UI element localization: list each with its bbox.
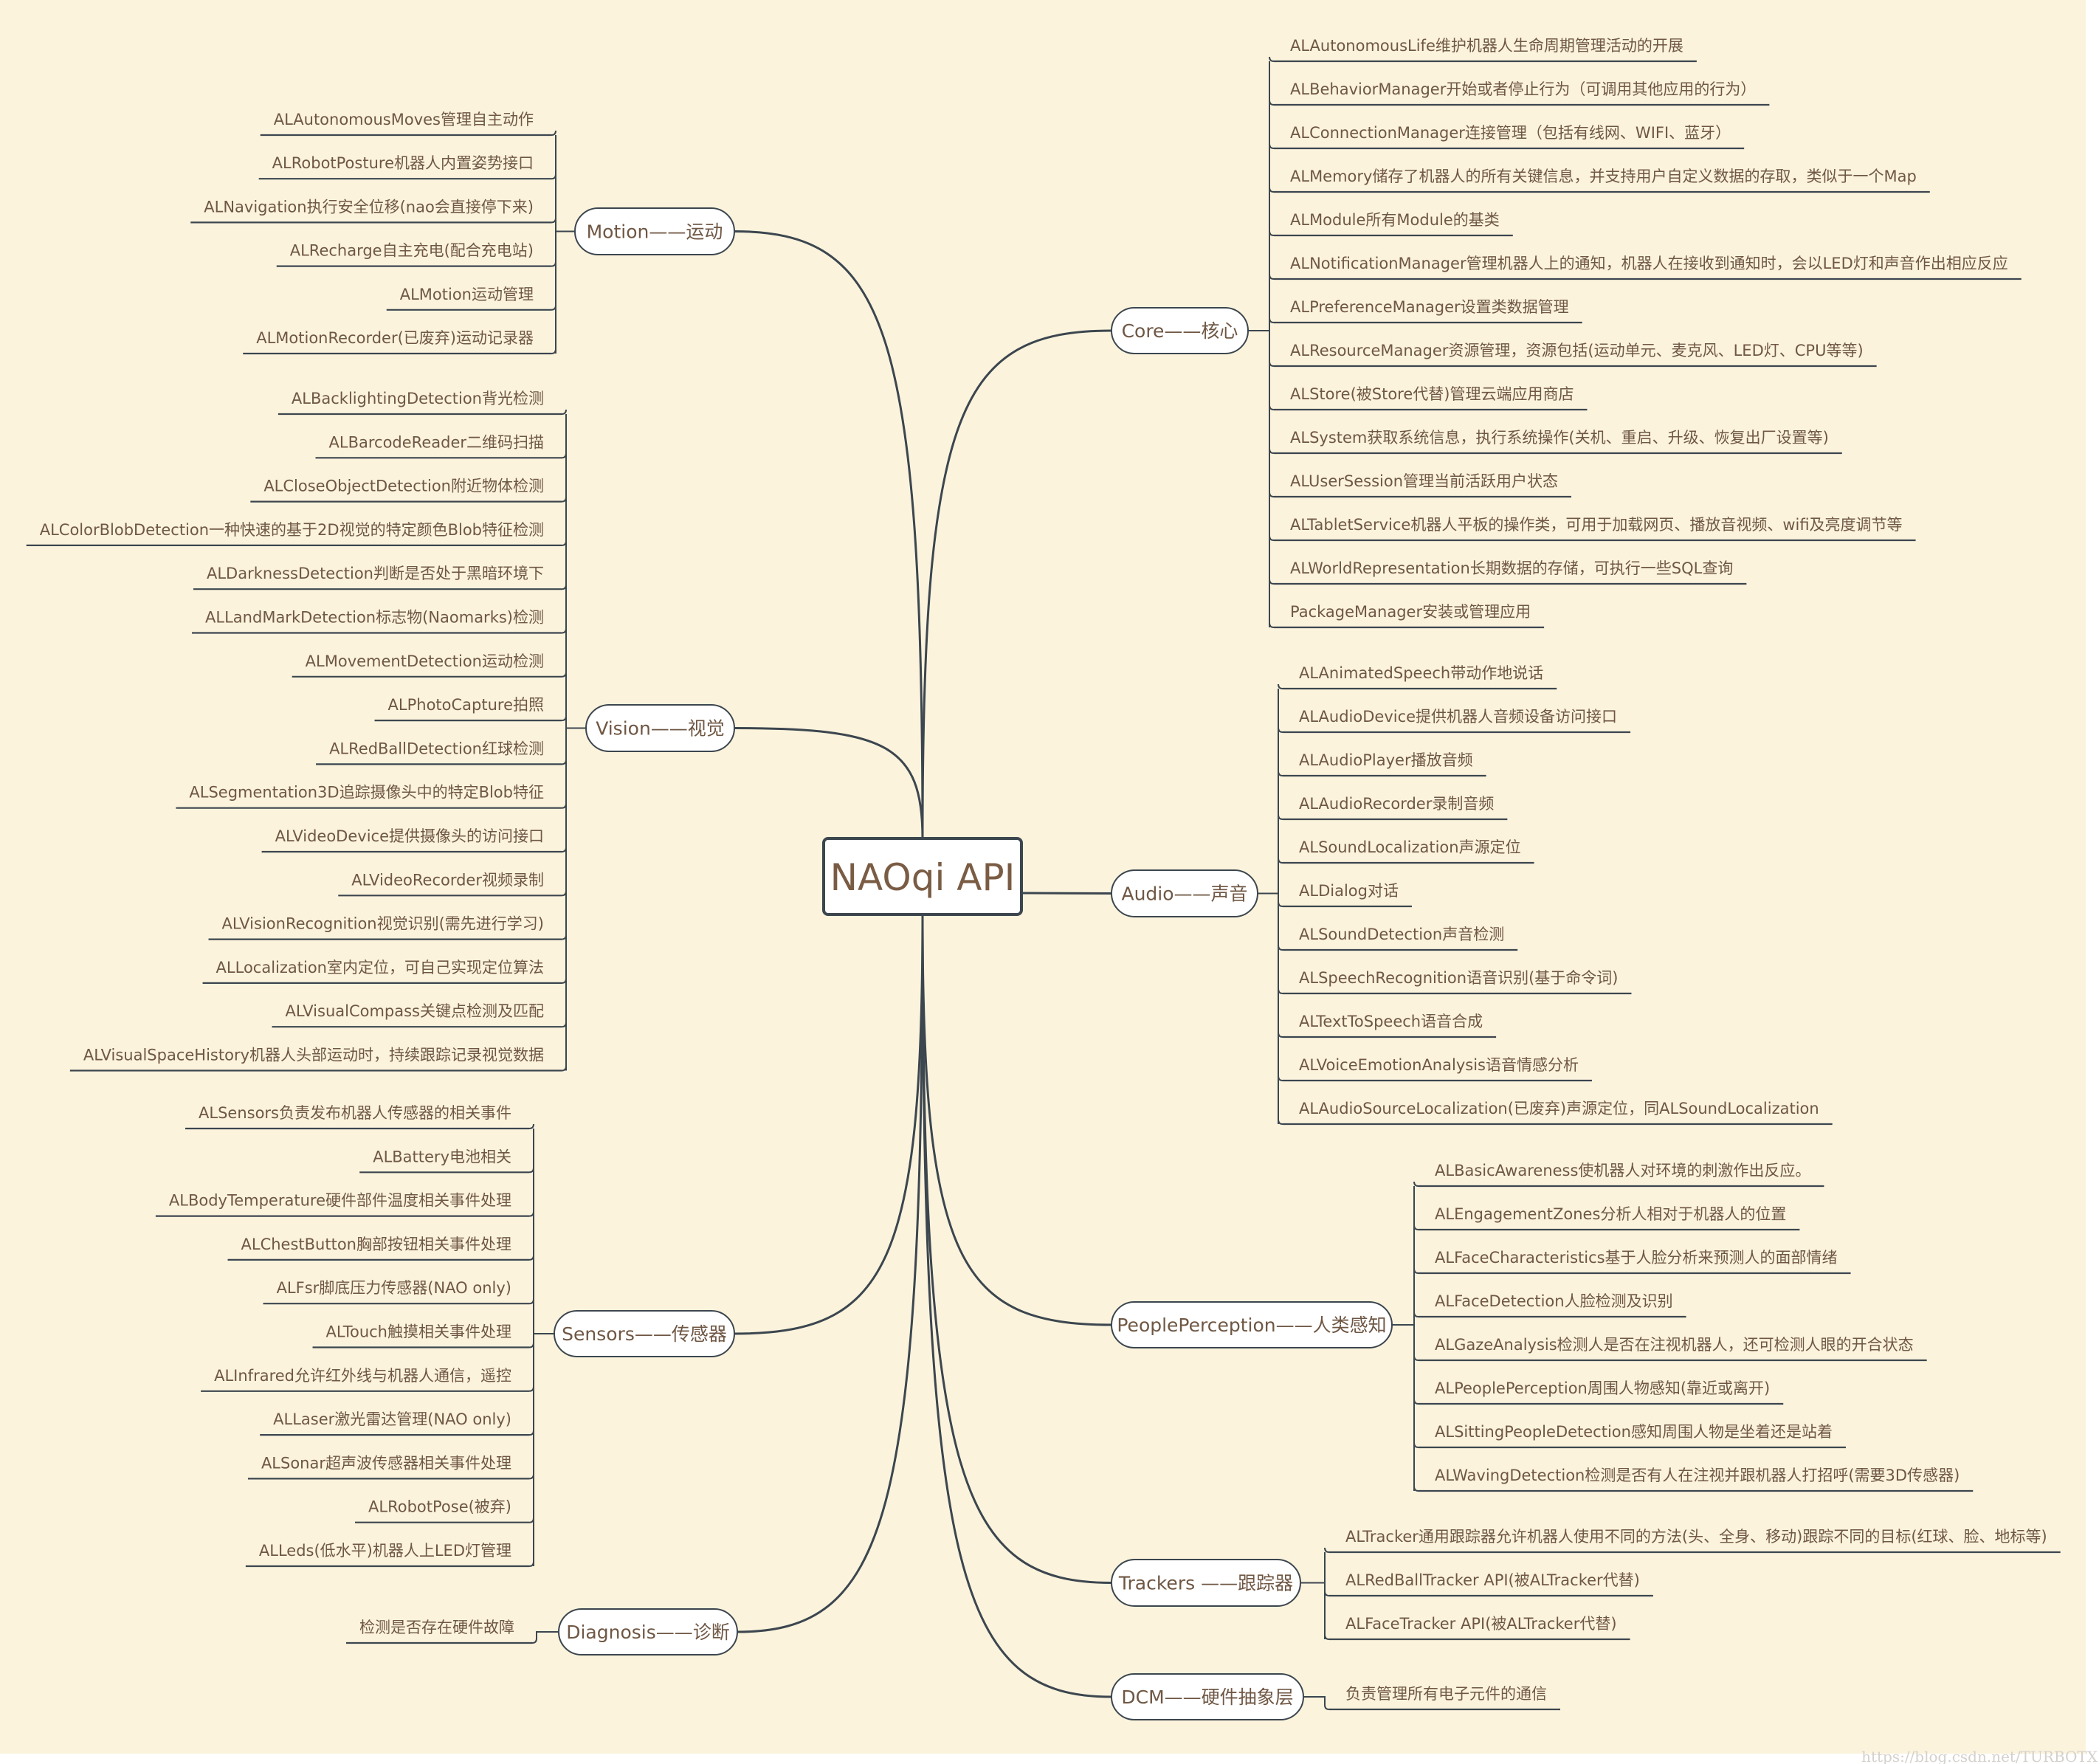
leaf-item-label: ALAudioRecorder录制音频 [1299,795,1494,813]
branch-node-vision[interactable]: Vision——视觉 [585,704,735,752]
leaf-item-label: ALPhotoCapture拍照 [388,696,544,714]
branch-node-trackers[interactable]: Trackers ——跟踪器 [1111,1559,1301,1607]
leaf-item-label: ALFaceDetection人脸检测及识别 [1435,1292,1673,1310]
leaf-item-label: ALBacklightingDetection背光检测 [292,390,544,407]
leaf-item-label: ALLocalization室内定位，可自己实现定位算法 [216,959,544,976]
leaf-item-label: ALVideoRecorder视频录制 [351,871,544,889]
mindmap-canvas: Motion——运动 ALAutonomousMoves管理自主动作 ALRobot… [0,0,2098,1764]
branch-node-motion[interactable]: Motion——运动 [574,207,735,255]
leaf-item-label: ALMovementDetection运动检测 [306,652,544,670]
leaf-item-label: ALBarcodeReader二维码扫描 [329,433,544,451]
leaf-item-label: ALSegmentation3D追踪摄像头中的特定Blob特征 [189,784,544,802]
leaf-item-label: ALBehaviorManager开始或者停止行为（可调用其他应用的行为） [1290,80,1756,98]
branch-node-dcm[interactable]: DCM——硬件抽象层 [1111,1673,1304,1720]
branch-node-label: PeoplePerception——人类感知 [1117,1315,1386,1336]
leaf-item-label: ALAudioDevice提供机器人音频设备访问接口 [1299,708,1617,726]
leaf-item-label: ALWavingDetection检测是否有人在注视并跟机器人打招呼(需要3D传… [1435,1467,1960,1484]
leaf-item-label: ALVisionRecognition视觉识别(需先进行学习) [222,915,544,933]
root-node[interactable]: NAOqi API [822,837,1023,916]
leaf-item-label: ALAudioSourceLocalization(已废弃)声源定位，同ALSo… [1299,1100,1819,1117]
edge-root-to-audio [1020,892,1113,895]
branch-node-peopleperception[interactable]: PeoplePerception——人类感知 [1111,1301,1393,1348]
branch-node-label: Diagnosis——诊断 [566,1622,730,1643]
branch-node-label: Vision——视觉 [596,718,725,740]
leaf-item-label: ALColorBlobDetection一种快速的基于2D视觉的特定颜色Blob… [40,521,544,539]
branch-node-label: Trackers ——跟踪器 [1118,1573,1293,1594]
leaf-item-label: ALInfrared允许红外线与机器人通信，遥控 [214,1367,511,1385]
leaf-item-label: ALTracker通用跟踪器允许机器人使用不同的方法(头、全身、移动)跟踪不同的… [1345,1528,2047,1546]
branch-node-sensors[interactable]: Sensors——传感器 [554,1310,735,1357]
leaf-item-label: ALRedBallDetection红球检测 [329,740,544,757]
leaf-item-label: ALSonar超声波传感器相关事件处理 [261,1454,511,1472]
leaf-item-label: ALTextToSpeech语音合成 [1299,1013,1483,1030]
leaf-item-label: ALFaceTracker API(被ALTracker代替) [1345,1615,1617,1633]
leaf-item-label: 检测是否存在硬件故障 [359,1619,514,1636]
leaf-item-label: ALBattery电池相关 [373,1148,511,1165]
leaf-item-label: ALSystem获取系统信息，执行系统操作(关机、重启、升级、恢复出厂设置等) [1290,429,1829,447]
leaf-item-label: ALMemory储存了机器人的所有关键信息，并支持用户自定义数据的存取，类似于一… [1290,168,1917,185]
leaf-item-label: ALAudioPlayer播放音频 [1299,751,1473,769]
leaf-item-label: 负责管理所有电子元件的通信 [1345,1685,1547,1703]
leaf-item-label: ALLandMarkDetection标志物(Naomarks)检测 [205,609,544,627]
leaf-item-label: ALNotificationManager管理机器人上的通知，机器人在接收到通知… [1290,255,2008,272]
leaf-item-label: ALLaser激光雷达管理(NAO only) [273,1410,511,1428]
leaf-item-label: ALVisualSpaceHistory机器人头部运动时，持续跟踪记录视觉数据 [83,1047,544,1064]
leaf-item-label: ALRedBallTracker API(被ALTracker代替) [1345,1571,1640,1589]
branch-node-label: Motion——运动 [587,221,723,243]
leaf-item-label: ALSittingPeopleDetection感知周围人物是坐着还是站着 [1435,1423,1833,1441]
branch-node-label: Core——核心 [1122,320,1238,342]
branch-node-label: Sensors——传感器 [562,1323,727,1345]
watermark: https://blog.csdn.net/TURBOTX [1861,1748,2098,1764]
leaf-item-label: ALNavigation执行安全位移(nao会直接停下来) [204,198,534,216]
branch-node-core[interactable]: Core——核心 [1111,307,1249,354]
leaf-item-label: ALFaceCharacteristics基于人脸分析来预测人的面部情绪 [1435,1249,1838,1267]
leaf-item-label: ALVisualCompass关键点检测及匹配 [286,1002,545,1020]
leaf-item-label: ALWorldRepresentation长期数据的存储，可执行一些SQL查询 [1290,559,1733,577]
leaf-item-label: ALChestButton胸部按钮相关事件处理 [241,1236,511,1253]
leaf-item-label: ALUserSession管理当前活跃用户状态 [1290,472,1558,490]
leaf-item-label: ALResourceManager资源管理，资源包括(运动单元、麦克风、LED灯… [1290,342,1864,359]
leaf-item-label: ALStore(被Store代替)管理云端应用商店 [1290,385,1574,403]
leaf-item-label: ALBodyTemperature硬件部件温度相关事件处理 [169,1192,511,1210]
leaf-item-label: ALRobotPosture机器人内置姿势接口 [272,154,534,172]
leaf-item-label: ALSensors负责发布机器人传感器的相关事件 [199,1104,511,1122]
leaf-item-label: ALRecharge自主充电(配合充电站) [290,242,534,260]
leaf-item-label: ALVideoDevice提供摄像头的访问接口 [275,827,544,845]
leaf-item-label: ALCloseObjectDetection附近物体检测 [263,478,544,495]
leaf-item-label: ALLeds(低水平)机器人上LED灯管理 [259,1542,511,1560]
leaf-item-label: ALBasicAwareness使机器人对环境的刺激作出反应。 [1435,1162,1810,1179]
branch-node-label: DCM——硬件抽象层 [1121,1687,1293,1708]
leaf-item-label: ALFsr脚底压力传感器(NAO only) [277,1279,511,1297]
leaf-item-label: ALMotionRecorder(已废弃)运动记录器 [256,329,534,347]
leaf-item-label: ALEngagementZones分析人相对于机器人的位置 [1435,1205,1786,1223]
leaf-item-label: ALAnimatedSpeech带动作地说话 [1299,664,1543,682]
leaf-item-label: ALTabletService机器人平板的操作类，可用于加载网页、播放音视频、w… [1290,516,1903,534]
leaf-item-label: ALPreferenceManager设置类数据管理 [1290,298,1569,316]
leaf-item-label: ALSoundDetection声音检测 [1299,926,1504,943]
leaf-item-label: PackageManager安装或管理应用 [1290,603,1531,621]
leaf-item-label: ALGazeAnalysis检测人是否在注视机器人，还可检测人眼的开合状态 [1435,1336,1914,1354]
branch-node-diagnosis[interactable]: Diagnosis——诊断 [558,1608,738,1656]
leaf-item-label: ALSpeechRecognition语音识别(基于命令词) [1299,969,1618,987]
leaf-item-label: ALDialog对话 [1299,882,1399,900]
branch-node-audio[interactable]: Audio——声音 [1111,869,1258,917]
leaf-item-label: ALVoiceEmotionAnalysis语音情感分析 [1299,1056,1579,1074]
leaf-item-label: ALAutonomousLife维护机器人生命周期管理活动的开展 [1290,37,1683,55]
leaf-item-label: ALTouch触摸相关事件处理 [326,1323,511,1341]
branch-node-label: Audio——声音 [1121,883,1247,905]
leaf-item-label: ALModule所有Module的基类 [1290,211,1500,229]
leaf-item-label: ALRobotPose(被弃) [368,1498,511,1516]
leaf-item-label: ALMotion运动管理 [400,286,534,303]
root-node-title: NAOqi API [830,856,1016,899]
leaf-item-label: ALPeoplePerception周围人物感知(靠近或离开) [1435,1379,1770,1397]
leaf-item-label: ALAutonomousMoves管理自主动作 [274,111,534,128]
leaf-item-label: ALSoundLocalization声源定位 [1299,838,1521,856]
leaf-item-label: ALDarknessDetection判断是否处于黑暗环境下 [207,565,544,582]
leaf-item-label: ALConnectionManager连接管理（包括有线网、WIFI、蓝牙） [1290,124,1731,142]
